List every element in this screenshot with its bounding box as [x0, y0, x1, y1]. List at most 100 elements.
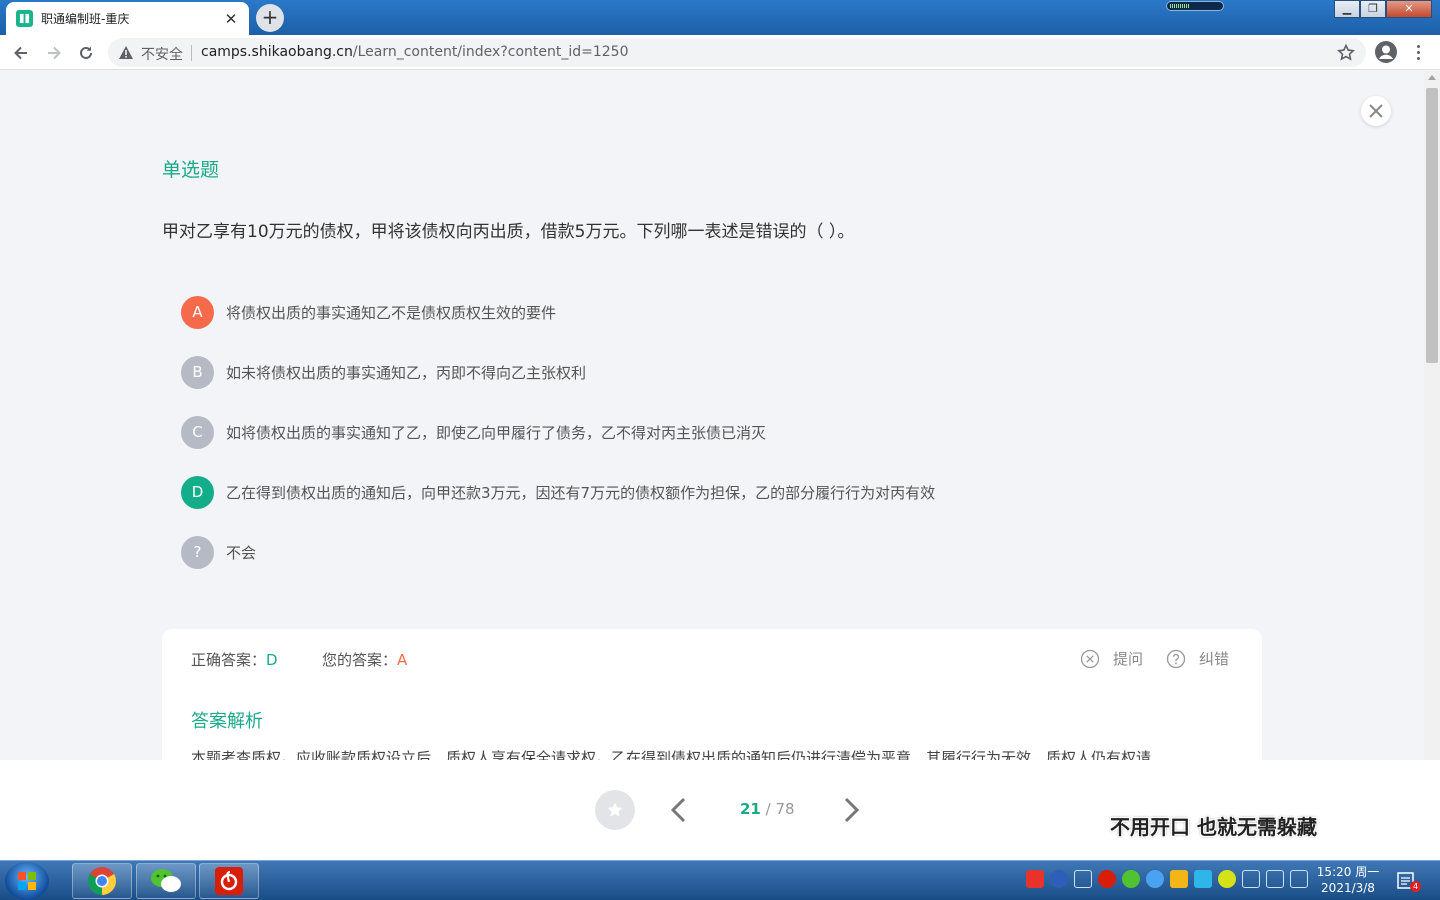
next-question-icon[interactable] [840, 797, 862, 823]
clock-date: 2021/3/8 [1321, 881, 1375, 895]
reload-button[interactable] [74, 41, 98, 65]
speaker-muted-icon[interactable] [1242, 870, 1260, 888]
action-center-button[interactable]: 4 [1396, 871, 1421, 892]
help-icon[interactable] [1050, 870, 1068, 888]
pager-separator: / [760, 800, 776, 818]
option-badge: ? [181, 535, 214, 569]
minimize-button[interactable]: ▁ [1334, 0, 1360, 18]
scroll-up-arrow-icon[interactable] [1428, 75, 1436, 80]
option-text: 乙在得到债权出质的通知后，向甲还款3万元，因还有7万元的债权额作为担保，乙的部分… [226, 483, 936, 502]
answer-card: 正确答案：D 您的答案：A 提问 纠错 答案解析 本题考查质权。应收账款质权设立… [162, 629, 1262, 760]
forward-button[interactable] [42, 41, 66, 65]
arrow-left-icon [14, 46, 27, 60]
answer-options: A 将债权出质的事实通知乙不是债权质权生效的要件 B 如未将债权出质的事实通知乙… [181, 295, 936, 596]
browser-tab[interactable]: 职通编制班-重庆 ✕ [6, 2, 249, 35]
taskbar-wechat[interactable] [136, 863, 196, 899]
volume-icon[interactable] [1290, 870, 1308, 888]
window-close-button[interactable]: ✕ [1386, 0, 1432, 18]
report-error-button[interactable]: 纠错 [1166, 648, 1229, 669]
question-pager: 21 / 78 [740, 800, 795, 818]
start-button[interactable] [5, 862, 49, 900]
question-navigation-bar: 21 / 78 不用开口 也就无需躲藏 [0, 760, 1440, 860]
close-page-button[interactable] [1361, 96, 1391, 126]
notification-count-badge: 4 [1410, 881, 1421, 892]
cloud-icon[interactable] [1194, 870, 1212, 888]
netease-music-icon [215, 867, 243, 895]
url-text[interactable]: camps.shikaobang.cn/Learn_content/index?… [201, 44, 629, 60]
windows-taskbar: 15:20 周一 2021/3/8 4 [0, 860, 1440, 900]
shield-icon[interactable] [1146, 870, 1164, 888]
ask-question-button[interactable]: 提问 [1080, 648, 1143, 669]
report-label: 纠错 [1199, 650, 1230, 668]
option-a[interactable]: A 将债权出质的事实通知乙不是债权质权生效的要件 [181, 295, 935, 329]
new-tab-button[interactable]: + [256, 4, 284, 32]
plus-icon[interactable] [1218, 870, 1236, 888]
netease-tray-icon[interactable] [1098, 870, 1116, 888]
system-clock[interactable]: 15:20 周一 2021/3/8 [1314, 864, 1382, 896]
maximize-button[interactable]: ❐ [1360, 0, 1386, 18]
clock-time: 15:20 周一 [1316, 865, 1380, 879]
option-text: 如将债权出质的事实通知了乙，即使乙向甲履行了债务，乙不得对丙主张债已消灭 [226, 423, 767, 442]
option-badge: D [181, 475, 214, 509]
window-controls: ▁ ❐ ✕ [1334, 0, 1432, 18]
security-label: 不安全 [141, 47, 183, 63]
warning-icon [119, 46, 133, 59]
option-badge: B [181, 355, 214, 389]
option-badge: C [181, 415, 214, 449]
book-icon [16, 10, 33, 27]
wechat-icon [151, 869, 181, 892]
browser-menu-icon[interactable] [1410, 40, 1426, 64]
address-bar[interactable]: 不安全 camps.shikaobang.cn/Learn_content/in… [108, 38, 1366, 67]
address-divider [191, 45, 192, 61]
my-answer-label: 您的答案： [322, 651, 398, 669]
qq-icon[interactable] [1170, 870, 1188, 888]
option-badge: A [181, 295, 214, 329]
ask-label: 提问 [1113, 650, 1144, 668]
total-question-count: 78 [775, 800, 795, 818]
sogou-ime-icon[interactable] [1026, 870, 1044, 888]
option-text: 如未将债权出质的事实通知乙，丙即不得向乙主张权利 [226, 363, 587, 382]
system-tray [1026, 870, 1308, 888]
bookmark-star-icon[interactable] [1336, 43, 1356, 63]
question-circle-icon [1166, 649, 1186, 668]
option-unknown[interactable]: ? 不会 [181, 535, 935, 569]
option-b[interactable]: B 如未将债权出质的事实通知乙，丙即不得向乙主张权利 [181, 355, 935, 389]
correct-answer-value: D [266, 651, 278, 669]
network-meter-icon [1166, 1, 1224, 11]
close-icon [1369, 104, 1383, 118]
analysis-title: 答案解析 [191, 711, 263, 732]
reload-icon [80, 46, 92, 59]
previous-question-icon[interactable] [668, 797, 690, 823]
profile-avatar-icon[interactable] [1374, 40, 1398, 64]
page-content: 单选题 甲对乙享有10万元的债权，甲将该债权向丙出质，借款5万元。下列哪一表述是… [0, 71, 1424, 760]
usb-icon[interactable] [1074, 870, 1092, 888]
page-scrollbar[interactable] [1424, 71, 1440, 760]
scroll-thumb[interactable] [1426, 88, 1438, 363]
analysis-text: 本题考查质权。应收账款质权设立后，质权人享有保全请求权。乙在得到债权出质的通知后… [191, 749, 1152, 760]
tab-title: 职通编制班-重庆 [41, 12, 130, 26]
windows-logo-icon [18, 872, 36, 890]
browser-titlebar: 职通编制班-重庆 ✕ + ▁ ❐ ✕ [0, 0, 1440, 35]
current-question-number: 21 [740, 800, 761, 818]
url-host: camps.shikaobang.cn [201, 44, 353, 60]
back-button[interactable] [9, 41, 33, 65]
question-type-label: 单选题 [162, 159, 220, 181]
taskbar-netease-music[interactable] [199, 863, 259, 899]
option-c[interactable]: C 如将债权出质的事实通知了乙，即使乙向甲履行了债务，乙不得对丙主张债已消灭 [181, 415, 935, 449]
my-answer-value: A [397, 651, 408, 669]
chrome-icon [88, 867, 116, 895]
wechat-tray-icon[interactable] [1122, 870, 1140, 888]
question-stem: 甲对乙享有10万元的债权，甲将该债权向丙出质，借款5万元。下列哪一表述是错误的（… [162, 222, 855, 242]
url-path: /Learn_content/index?content_id=1250 [352, 44, 629, 60]
video-caption-overlay: 不用开口 也就无需躲藏 [1110, 815, 1317, 839]
correct-answer: 正确答案：D [191, 649, 278, 670]
arrow-right-icon [48, 46, 61, 60]
tab-close-icon[interactable]: ✕ [223, 10, 239, 28]
my-answer: 您的答案：A [322, 649, 407, 670]
browser-toolbar: 不安全 camps.shikaobang.cn/Learn_content/in… [0, 35, 1440, 70]
network-icon[interactable] [1266, 870, 1284, 888]
taskbar-chrome[interactable] [72, 863, 132, 899]
correct-answer-label: 正确答案： [191, 651, 267, 669]
option-d[interactable]: D 乙在得到债权出质的通知后，向甲还款3万元，因还有7万元的债权额作为担保，乙的… [181, 475, 936, 509]
favorite-button[interactable] [595, 790, 635, 830]
